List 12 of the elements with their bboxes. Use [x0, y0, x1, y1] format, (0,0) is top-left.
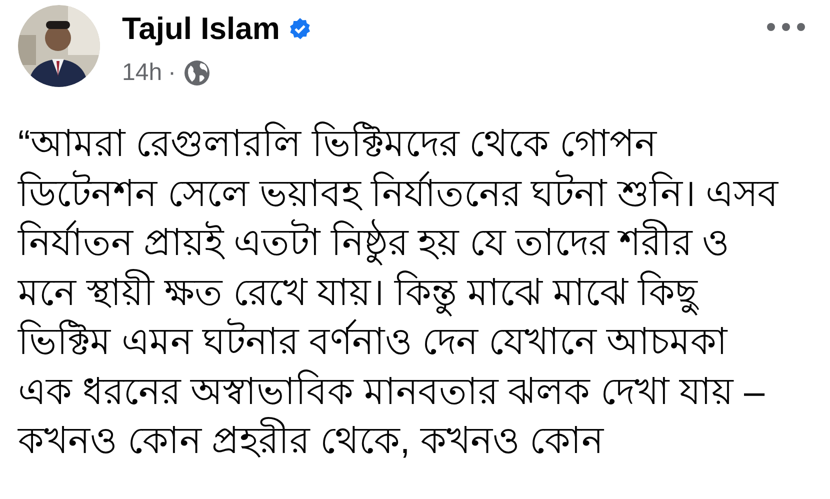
post-text-line: এক ধরনের অস্বাভাবিক মানবতার ঝলক দেখা যায় –	[18, 368, 765, 414]
separator: ·	[168, 58, 176, 88]
post-text-line: “আমরা রেগুলারলি ভিক্টিমদের থেকে গোপন	[18, 120, 656, 166]
author-name[interactable]: Tajul Islam	[122, 9, 280, 49]
post-text-line: নির্যাতন প্রায়ই এতটা নিষ্ঠুর হয় যে তাদের শরীর ও	[18, 218, 730, 268]
post-time[interactable]: 14h	[122, 55, 162, 91]
post-text-line: ডিটেনশন সেলে ভয়াবহ নির্যাতনের ঘটনা শুনি। এসব	[18, 168, 779, 218]
more-options-icon[interactable]	[766, 22, 806, 32]
globe-icon[interactable]	[182, 58, 212, 88]
post-text-line: কখনও কোন প্রহরীর থেকে, কখনও কোন	[18, 416, 604, 466]
post-text-line: মনে স্থায়ী ক্ষত রেখে যায়। কিন্তু মাঝে মাঝে কিছু	[18, 268, 698, 317]
post-text-line: ভিক্টিম এমন ঘটনার বর্ণনাও দেন যেখানে আচমকা	[18, 317, 728, 366]
